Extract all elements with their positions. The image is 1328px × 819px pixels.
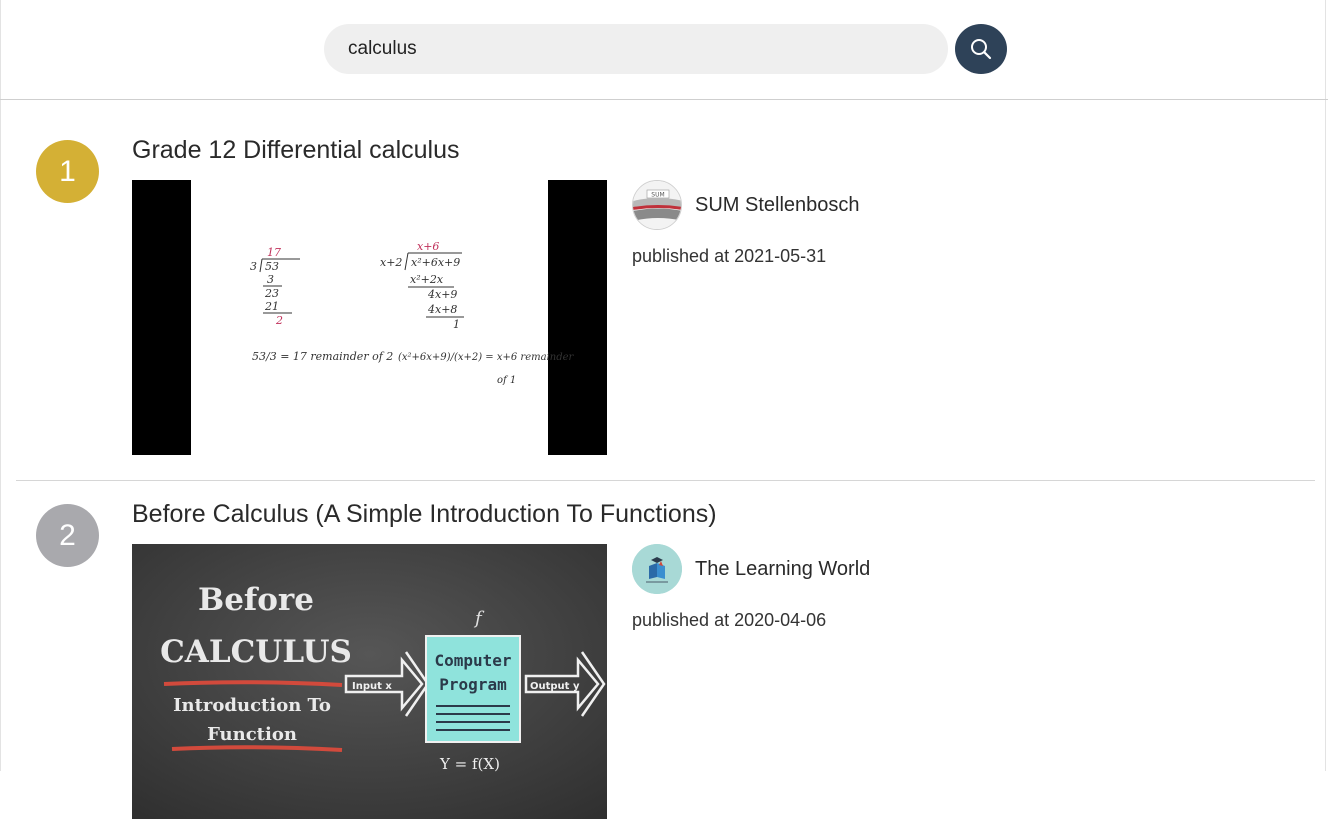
thumb-text: 21 xyxy=(264,300,279,313)
thumb-text: Y = f(X) xyxy=(439,755,500,773)
thumb-text: Before xyxy=(198,582,314,618)
channel-avatar[interactable] xyxy=(632,544,682,594)
thumb-text: x+6 xyxy=(417,240,439,253)
thumb-text: 1 xyxy=(453,318,460,331)
thumb-text: 23 xyxy=(264,287,279,300)
result-title-link[interactable]: Before Calculus (A Simple Introduction T… xyxy=(132,500,717,529)
video-thumbnail[interactable]: 17 3 53 3 23 21 2 53/3 = 17 remainder of… xyxy=(132,180,607,455)
thumb-text: Output y xyxy=(530,681,580,692)
thumb-text: Function xyxy=(207,724,297,745)
search-icon xyxy=(969,37,993,61)
channel-avatar[interactable]: SUM xyxy=(632,180,682,230)
thumb-text: 3 xyxy=(267,273,274,286)
published-date: published at 2021-05-31 xyxy=(632,246,827,266)
thumb-text: 17 xyxy=(267,246,281,259)
rank-badge: 1 xyxy=(36,140,99,203)
thumb-text: Program xyxy=(439,675,507,694)
search-button[interactable] xyxy=(955,24,1007,74)
result-title-link[interactable]: Grade 12 Differential calculus xyxy=(132,136,460,165)
result-divider xyxy=(16,480,1315,481)
video-thumbnail[interactable]: Before CALCULUS Introduction To Function… xyxy=(132,544,607,819)
thumb-text: x²+6x+9 xyxy=(411,256,460,269)
published-date: published at 2020-04-06 xyxy=(632,610,827,630)
search-input[interactable] xyxy=(324,24,948,74)
thumb-text: of 1 xyxy=(497,375,516,386)
thumb-text: 4x+8 xyxy=(427,303,457,316)
avatar-text: SUM xyxy=(651,192,664,199)
thumb-text: x+2 xyxy=(380,256,402,269)
channel-name-link[interactable]: The Learning World xyxy=(695,558,870,581)
thumb-text: 53 xyxy=(265,260,279,273)
thumb-text: 2 xyxy=(275,314,283,327)
thumb-text: Introduction To xyxy=(173,695,331,716)
channel-name-link[interactable]: SUM Stellenbosch xyxy=(695,194,860,217)
rank-badge: 2 xyxy=(36,504,99,567)
thumb-text: Computer xyxy=(434,651,511,670)
thumb-text: CALCULUS xyxy=(160,634,352,670)
thumb-text: 3 xyxy=(250,260,257,273)
thumb-text: (x²+6x+9)/(x+2) = x+6 remainder xyxy=(398,352,575,363)
header-divider xyxy=(0,99,1328,100)
thumb-text: x²+2x xyxy=(410,273,444,286)
thumb-text: 4x+9 xyxy=(427,288,457,301)
thumb-text: 53/3 = 17 remainder of 2 xyxy=(252,350,393,363)
thumb-text: Input x xyxy=(352,681,392,692)
